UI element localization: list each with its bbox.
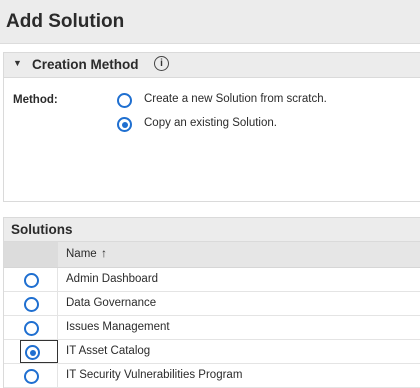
method-label: Method: xyxy=(13,94,58,106)
radio-create-new[interactable] xyxy=(117,93,132,108)
row-select-cell[interactable] xyxy=(4,268,58,291)
select-column-header xyxy=(4,242,58,267)
option-copy-existing-label: Copy an existing Solution. xyxy=(144,117,277,129)
info-icon[interactable]: i xyxy=(154,56,169,71)
creation-method-header[interactable]: ▼ Creation Method i xyxy=(3,52,420,78)
row-select-cell[interactable] xyxy=(4,292,58,315)
radio-copy-existing[interactable] xyxy=(117,117,132,132)
table-row[interactable]: Admin Dashboard xyxy=(4,268,420,292)
table-row[interactable]: Issues Management xyxy=(4,316,420,340)
row-name: IT Security Vulnerabilities Program xyxy=(66,369,243,381)
solutions-table: Name ↑ Admin Dashboard Data Governance I… xyxy=(3,242,420,388)
row-select-cell[interactable] xyxy=(4,364,58,387)
table-row-selected[interactable]: IT Asset Catalog xyxy=(4,340,420,364)
row-radio[interactable] xyxy=(24,369,39,384)
sort-ascending-icon[interactable]: ↑ xyxy=(101,246,107,260)
dialog-title-bar: Add Solution xyxy=(0,0,420,44)
table-row[interactable]: Data Governance xyxy=(4,292,420,316)
row-radio[interactable] xyxy=(24,297,39,312)
row-select-cell[interactable] xyxy=(20,340,58,363)
option-create-new-label: Create a new Solution from scratch. xyxy=(144,93,327,105)
row-select-cell[interactable] xyxy=(4,316,58,339)
row-radio[interactable] xyxy=(24,273,39,288)
table-header: Name ↑ xyxy=(4,242,420,268)
creation-method-panel: Method: Create a new Solution from scrat… xyxy=(3,78,420,202)
dialog-title: Add Solution xyxy=(6,11,125,32)
solutions-title: Solutions xyxy=(11,222,73,237)
table-row[interactable]: IT Security Vulnerabilities Program xyxy=(4,364,420,388)
row-radio[interactable] xyxy=(24,321,39,336)
name-column-header[interactable]: Name xyxy=(66,248,97,260)
row-name: Data Governance xyxy=(66,297,157,309)
row-name: Admin Dashboard xyxy=(66,273,159,285)
row-name: IT Asset Catalog xyxy=(66,345,151,357)
row-radio-checked[interactable] xyxy=(25,345,40,360)
row-name: Issues Management xyxy=(66,321,170,333)
creation-method-title: Creation Method xyxy=(32,57,139,72)
solutions-header: Solutions xyxy=(3,217,420,242)
collapse-caret-icon[interactable]: ▼ xyxy=(13,58,22,68)
